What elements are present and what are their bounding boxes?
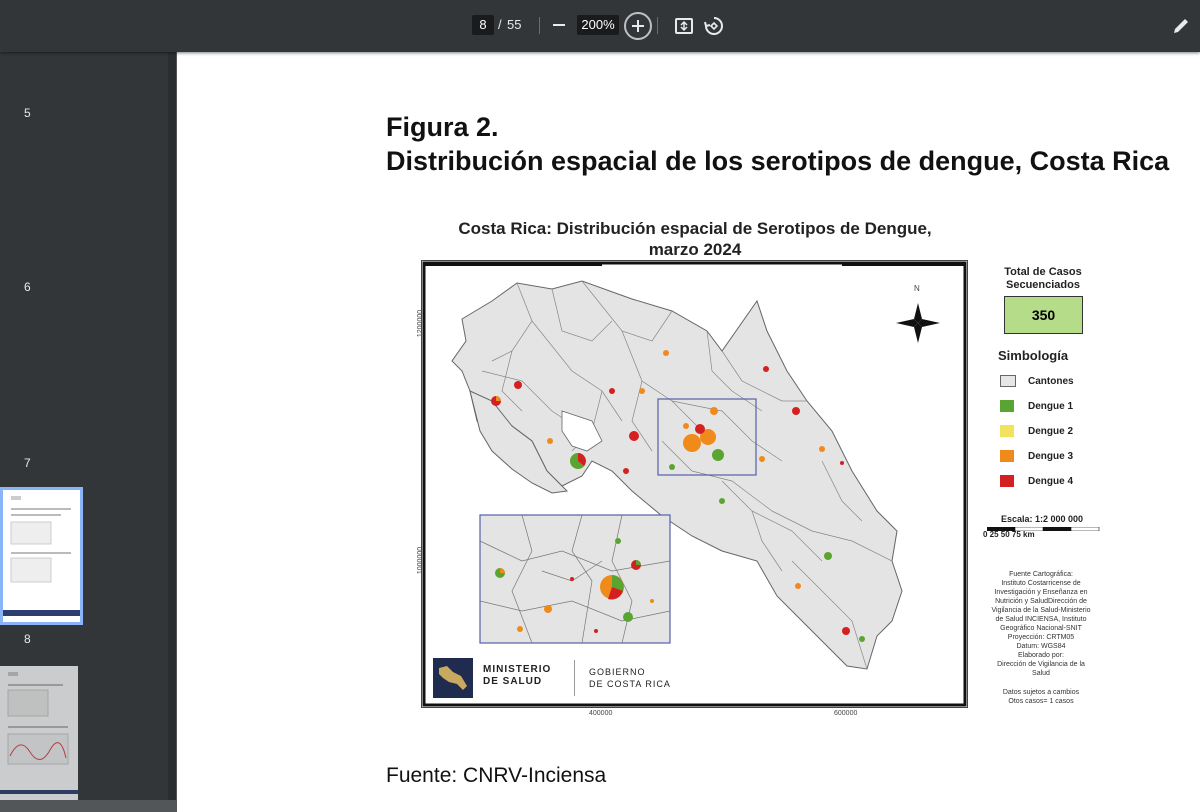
credit-line: Proyección: CRTM05: [1007, 634, 1075, 641]
logo-gov-text: GOBIERNO DE COSTA RICA: [589, 666, 671, 690]
legend-label: Dengue 1: [1028, 401, 1074, 412]
disclaimer-line1: Datos sujetos a cambios: [1002, 689, 1080, 696]
pen-icon: [1174, 19, 1188, 33]
zoom-in-button[interactable]: [624, 12, 652, 40]
disclaimer-line2: Otos casos= 1 casos: [1008, 698, 1074, 705]
legend-swatch: [1000, 375, 1016, 387]
figure-title-line2: Distribución espacial de los serotipos d…: [386, 146, 1170, 176]
credit-line: Elaborado por:: [1018, 652, 1064, 659]
legend-label: Cantones: [1028, 376, 1074, 387]
credit-line: de Salud INCIENSA, Instituto: [995, 616, 1087, 623]
rotate-icon: [704, 17, 723, 35]
plus-icon: [632, 20, 644, 32]
legend-label: Dengue 2: [1028, 426, 1074, 437]
legend-swatch: [1000, 450, 1014, 462]
axis-label-y-bottom: 1000000: [417, 546, 425, 575]
logo-divider: [574, 660, 575, 696]
thumbnail-label: 8: [24, 632, 31, 646]
page-number-input[interactable]: 8: [472, 15, 494, 35]
logo-gov-line2: DE COSTA RICA: [589, 679, 671, 689]
legend-swatch: [1000, 400, 1014, 412]
credit-line: Salud: [1032, 670, 1050, 677]
credit-line: Fuente Cartográfica:: [1009, 571, 1073, 578]
credit-line: Instituto Costarricense de: [1001, 580, 1081, 587]
map-title: Costa Rica: Distribución espacial de Ser…: [417, 218, 973, 260]
pdf-toolbar: 8 / 55 200%: [0, 0, 1200, 52]
logo-ministry-line1: MINISTERIO: [483, 664, 552, 675]
thumbnail-sidebar: 5 6 7 8: [0, 52, 168, 800]
scale-ticks: 0 25 50 75 km: [983, 530, 1035, 539]
page-thumbnail-7[interactable]: [0, 487, 83, 625]
page-thumbnail-8[interactable]: [0, 666, 78, 800]
legend-swatch: [1000, 425, 1014, 437]
logo-ministry-text: MINISTERIO DE SALUD: [483, 664, 551, 688]
pdf-page: Figura 2. Distribución espacial de los s…: [177, 52, 1200, 812]
total-cases-value: 350: [1004, 296, 1083, 334]
scale-label: Escala: 1:2 000 000: [1001, 514, 1084, 524]
thumbnail-label: 5: [24, 106, 31, 120]
legend-label: Dengue 4: [1028, 476, 1074, 487]
logo-gov-line1: GOBIERNO: [589, 667, 646, 677]
map-title-line2: marzo 2024: [648, 240, 742, 259]
total-title-line1: Total de Casos: [1004, 266, 1082, 278]
credit-line: Datum: WGS84: [1016, 643, 1066, 650]
thumbnail-preview: [0, 672, 78, 794]
toolbar-divider: [539, 17, 540, 34]
total-title-line2: Secuenciados: [1006, 279, 1080, 291]
logo-ministry-line2: DE SALUD: [483, 676, 543, 687]
fit-to-page-button[interactable]: [673, 15, 695, 37]
minus-icon: [553, 24, 565, 26]
total-cases-title: Total de Casos Secuenciados: [985, 266, 1101, 292]
north-arrow-icon: [896, 303, 940, 343]
axis-label-x-right: 600000: [834, 710, 858, 717]
map-title-line1: Costa Rica: Distribución espacial de Ser…: [458, 219, 932, 238]
legend-title: Simbología: [998, 348, 1069, 363]
legend-label: Dengue 3: [1028, 451, 1074, 462]
credit-line: Investigación y Enseñanza en: [994, 589, 1088, 596]
thumbnail-label: 6: [24, 280, 31, 294]
annotate-button[interactable]: [1170, 15, 1192, 37]
zoom-out-button[interactable]: [548, 14, 570, 36]
credit-line: Dirección de Vigilancia de la: [997, 661, 1085, 668]
costa-rica-emblem-icon: [433, 658, 473, 698]
ministry-logo: MINISTERIO DE SALUD GOBIERNO DE COSTA RI…: [433, 656, 693, 700]
rotate-button[interactable]: [702, 14, 724, 36]
axis-label-x-left: 400000: [589, 710, 613, 717]
map-frame: [421, 260, 968, 708]
map-credits: Fuente Cartográfica: Instituto Costarric…: [979, 570, 1103, 678]
map-disclaimer: Datos sujetos a cambios Otos casos= 1 ca…: [979, 688, 1103, 706]
page-separator: /: [498, 17, 502, 32]
sidebar-scrollbar[interactable]: [168, 52, 176, 800]
thumbnail-preview: [3, 496, 80, 616]
figure-title: Figura 2. Distribución espacial de los s…: [386, 110, 1169, 178]
fit-page-icon: [675, 18, 693, 34]
thumbnail-label: 7: [24, 456, 31, 470]
axis-label-y-top: 1200000: [417, 309, 425, 338]
total-pages: 55: [507, 17, 522, 32]
costa-rica-map: [422, 261, 967, 707]
north-label: N: [914, 284, 920, 293]
figure-title-line1: Figura 2.: [386, 112, 499, 142]
figure-source: Fuente: CNRV-Inciensa: [386, 764, 607, 787]
credit-line: Nutrición y SaludDirección de: [995, 598, 1087, 605]
toolbar-divider: [657, 17, 658, 34]
legend-swatch: [1000, 475, 1014, 487]
credit-line: Geográfico Nacional-SNIT: [1000, 625, 1082, 632]
credit-line: Vigilancia de la Salud-Ministerio: [991, 607, 1091, 614]
zoom-level-input[interactable]: 200%: [577, 15, 619, 35]
inset-map: [479, 514, 671, 644]
